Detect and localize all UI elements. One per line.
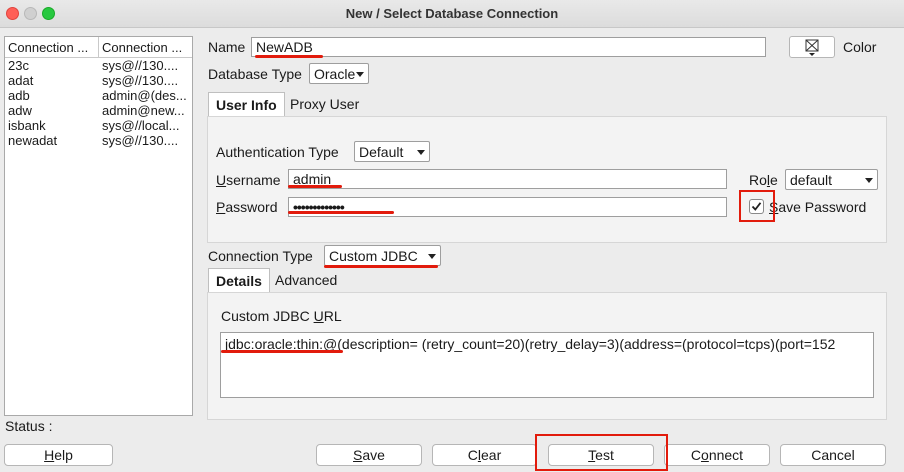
password-field[interactable]: •••••••••••••: [288, 197, 727, 217]
table-row[interactable]: adb admin@(des...: [5, 88, 192, 103]
name-label: Name: [208, 39, 246, 55]
authentication-type-select[interactable]: Default: [354, 141, 430, 162]
connection-type-label: Connection Type: [208, 248, 313, 264]
table-row[interactable]: adw admin@new...: [5, 103, 192, 118]
role-label: Role: [749, 172, 778, 188]
connection-name: adb: [8, 88, 30, 103]
title-bar: New / Select Database Connection: [0, 0, 904, 28]
tab-user-info[interactable]: User Info: [208, 92, 285, 116]
username-label: Username: [216, 172, 281, 188]
table-row[interactable]: isbank sys@//local...: [5, 118, 192, 133]
custom-jdbc-url-field[interactable]: jdbc:oracle:thin:@(description= (retry_c…: [220, 332, 874, 398]
tab-advanced[interactable]: Advanced: [268, 268, 344, 292]
custom-jdbc-url-label: Custom JDBC URL: [221, 308, 342, 324]
role-select[interactable]: default: [785, 169, 878, 190]
connection-name: adw: [8, 103, 32, 118]
connection-type-select[interactable]: Custom JDBC: [324, 245, 441, 266]
table-row[interactable]: newadat sys@//130....: [5, 133, 192, 148]
connection-name: isbank: [8, 118, 46, 133]
connection-name: adat: [8, 73, 34, 88]
connection-details: sys@//130....: [102, 73, 179, 88]
database-type-label: Database Type: [208, 66, 302, 82]
color-label: Color: [843, 39, 877, 55]
status-label: Status :: [5, 418, 53, 434]
connections-table-header: Connection ... Connection ...: [5, 37, 192, 58]
connection-type-value: Custom JDBC: [329, 248, 418, 264]
table-row[interactable]: 23c sys@//130....: [5, 58, 192, 73]
color-picker-button[interactable]: [789, 36, 835, 58]
save-password-label: Save Password: [769, 199, 867, 215]
save-button[interactable]: Save: [316, 444, 422, 466]
username-field[interactable]: admin: [288, 169, 727, 189]
chevron-down-icon: [428, 254, 436, 259]
authentication-type-value: Default: [359, 144, 404, 160]
color-swatch-icon: [805, 39, 819, 56]
column-header-connection-name[interactable]: Connection ...: [5, 37, 99, 57]
connection-details: sys@//130....: [102, 133, 179, 148]
connections-table[interactable]: Connection ... Connection ... 23c sys@//1…: [4, 36, 193, 416]
annotation-underline-name: [255, 55, 323, 58]
annotation-underline-username: [288, 185, 342, 188]
annotation-box-save-password: [739, 190, 775, 222]
column-header-connection-details[interactable]: Connection ...: [99, 37, 192, 57]
chevron-down-icon: [356, 72, 364, 77]
clear-button[interactable]: Clear: [432, 444, 537, 466]
connection-details: sys@//local...: [102, 118, 180, 133]
connection-name: newadat: [8, 133, 58, 148]
cancel-button[interactable]: Cancel: [780, 444, 886, 466]
authentication-type-label: Authentication Type: [216, 144, 339, 160]
name-field[interactable]: NewADB: [251, 37, 766, 57]
password-label: Password: [216, 199, 278, 215]
window-title: New / Select Database Connection: [345, 6, 559, 21]
annotation-underline-password: [288, 211, 394, 214]
annotation-box-test-button: [535, 434, 668, 471]
database-type-select[interactable]: Oracle: [309, 63, 369, 84]
connection-details: admin@(des...: [102, 88, 187, 103]
role-value: default: [790, 172, 833, 188]
tab-details[interactable]: Details: [208, 268, 270, 292]
chevron-down-icon: [865, 178, 873, 183]
tab-proxy-user[interactable]: Proxy User: [283, 92, 366, 116]
connection-details: sys@//130....: [102, 58, 179, 73]
connection-name: 23c: [8, 58, 29, 73]
annotation-underline-jdbc-url: [221, 350, 343, 353]
connect-button[interactable]: Connect: [664, 444, 770, 466]
database-type-value: Oracle: [314, 66, 356, 82]
help-button[interactable]: Help: [4, 444, 113, 466]
chevron-down-icon: [417, 150, 425, 155]
table-row[interactable]: adat sys@//130....: [5, 73, 192, 88]
connection-details: admin@new...: [102, 103, 185, 118]
